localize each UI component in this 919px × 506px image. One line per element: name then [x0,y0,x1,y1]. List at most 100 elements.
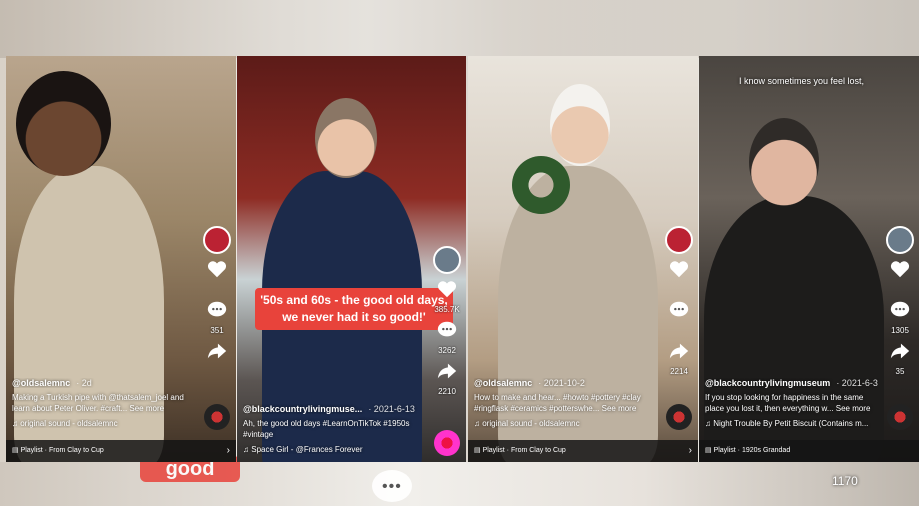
music-note-icon: ♫ [12,419,21,428]
comment-button[interactable] [887,299,913,321]
comment-button[interactable] [204,299,230,321]
comment-icon [207,301,227,317]
caption: Ah, the good old days #LearnOnTikTok #19… [243,419,410,439]
share-icon [437,363,457,379]
username[interactable]: @blackcountrylivingmuse... [243,404,362,414]
quote-caption: '50s and 60s - the good old days, we nev… [255,288,453,330]
share-button[interactable] [887,340,913,362]
playlist-label: Playlist · From Clay to Cup [482,447,566,454]
video-panel-2[interactable]: '50s and 60s - the good old days, we nev… [237,56,466,462]
like-button[interactable] [666,258,692,280]
ghost-count: 1170 [832,474,858,488]
video-subject-head [315,98,377,178]
share-button[interactable] [666,340,692,362]
playlist-icon: ▤ [474,447,483,454]
ring-flask [512,156,570,214]
username-line: @blackcountrylivingmuseum · 2021-6-3 [705,378,879,388]
video-panel-4[interactable]: I know sometimes you feel lost, 1305 35 … [699,56,919,462]
video-meta: @blackcountrylivingmuse... · 2021-6-13 Ah… [243,404,426,454]
action-rail: 1305 35 [885,226,915,377]
playlist-label: Playlist · From Clay to Cup [20,447,104,454]
creator-avatar[interactable] [886,226,914,254]
share-icon [207,343,227,359]
video-subject-head [749,118,819,206]
heart-icon [890,261,910,278]
like-button[interactable] [204,258,230,280]
sound-line[interactable]: ♫ original sound - oldsalemnc [12,419,196,428]
sound-line[interactable]: ♫ original sound - oldsalemnc [474,419,658,428]
sound-line[interactable]: ♫ Night Trouble By Petit Biscuit (Contai… [705,419,879,428]
comment-icon [890,301,910,317]
comment-icon [437,321,457,337]
action-rail: 385.7K 3262 2210 [432,246,462,397]
chevron-right-icon: › [688,445,692,456]
caption: If you stop looking for happiness in the… [705,393,871,413]
creator-avatar[interactable] [433,246,461,274]
post-date: · 2021-6-3 [836,378,878,388]
music-note-icon: ♫ [705,419,714,428]
heart-icon [669,261,689,278]
share-icon [669,343,689,359]
post-date: · 2021-6-13 [368,404,415,414]
video-overlay-text: I know sometimes you feel lost, [739,76,865,86]
comment-button[interactable] [434,319,460,341]
username[interactable]: @oldsalemnc [474,378,532,388]
heart-icon [437,281,457,298]
blurred-bottom-strip [0,462,919,506]
comment-icon [669,301,689,317]
music-note-icon: ♫ [243,445,252,454]
like-button[interactable] [434,278,460,300]
sound-name: original sound - oldsalemnc [20,419,118,428]
share-count: 2214 [670,367,688,376]
music-note-icon: ♫ [474,419,483,428]
post-date: · 2021-10-2 [538,378,585,388]
video-meta: @oldsalemnc · 2021-10-2 How to make and h… [474,378,658,428]
comment-count: 351 [210,326,224,335]
blurred-top-strip [0,0,919,58]
playlist-bar[interactable]: ▤ Playlist · From Clay to Cup › [468,440,698,462]
comment-count: 1305 [891,326,909,335]
share-button[interactable] [434,360,460,382]
post-date: · 2d [76,378,92,388]
playlist-bar[interactable]: ▤ Playlist · 1920s Grandad [699,440,919,462]
username-line: @oldsalemnc · 2d [12,378,196,388]
playlist-icon: ▤ [705,447,714,454]
comment-count: 3262 [438,346,456,355]
share-button[interactable] [204,340,230,362]
video-meta: @oldsalemnc · 2d Making a Turkish pipe wi… [12,378,196,428]
caption: Making a Turkish pipe with @thatsalem_jo… [12,393,184,413]
share-icon [890,343,910,359]
ghost-dots: ••• [382,478,402,495]
sound-disc[interactable] [204,404,230,430]
share-count: 2210 [438,387,456,396]
username[interactable]: @oldsalemnc [12,378,70,388]
heart-icon [207,261,227,278]
sound-name: Space Girl - @Frances Forever [251,445,363,454]
playlist-label: Playlist · 1920s Grandad [713,447,791,454]
video-meta: @blackcountrylivingmuseum · 2021-6-3 If y… [705,378,879,428]
sound-name: original sound - oldsalemnc [482,419,580,428]
video-panel-3[interactable]: 2214 @oldsalemnc · 2021-10-2 How to make … [468,56,698,462]
chevron-right-icon: › [226,445,230,456]
share-count: 35 [895,367,905,376]
creator-avatar[interactable] [203,226,231,254]
sound-name: Night Trouble By Petit Biscuit (Contains… [713,419,869,428]
comment-button[interactable] [666,299,692,321]
like-count: 385.7K [434,305,460,314]
like-button[interactable] [887,258,913,280]
caption: How to make and hear... #howto #pottery … [474,393,641,413]
creator-avatar[interactable] [665,226,693,254]
sound-line[interactable]: ♫ Space Girl - @Frances Forever [243,445,426,454]
username[interactable]: @blackcountrylivingmuseum [705,378,830,388]
username-line: @blackcountrylivingmuse... · 2021-6-13 [243,404,426,414]
playlist-bar[interactable]: ▤ Playlist · From Clay to Cup › [6,440,236,462]
sound-disc[interactable] [434,430,460,456]
action-rail: 351 [202,226,232,377]
playlist-icon: ▤ [12,447,21,454]
sound-disc[interactable] [666,404,692,430]
sound-disc[interactable] [887,404,913,430]
video-subject-head [550,84,610,166]
video-panel-1[interactable]: 351 @oldsalemnc · 2d Making a Turkish pip… [6,56,236,462]
video-subject-head [16,71,111,176]
action-rail: 2214 [664,226,694,377]
